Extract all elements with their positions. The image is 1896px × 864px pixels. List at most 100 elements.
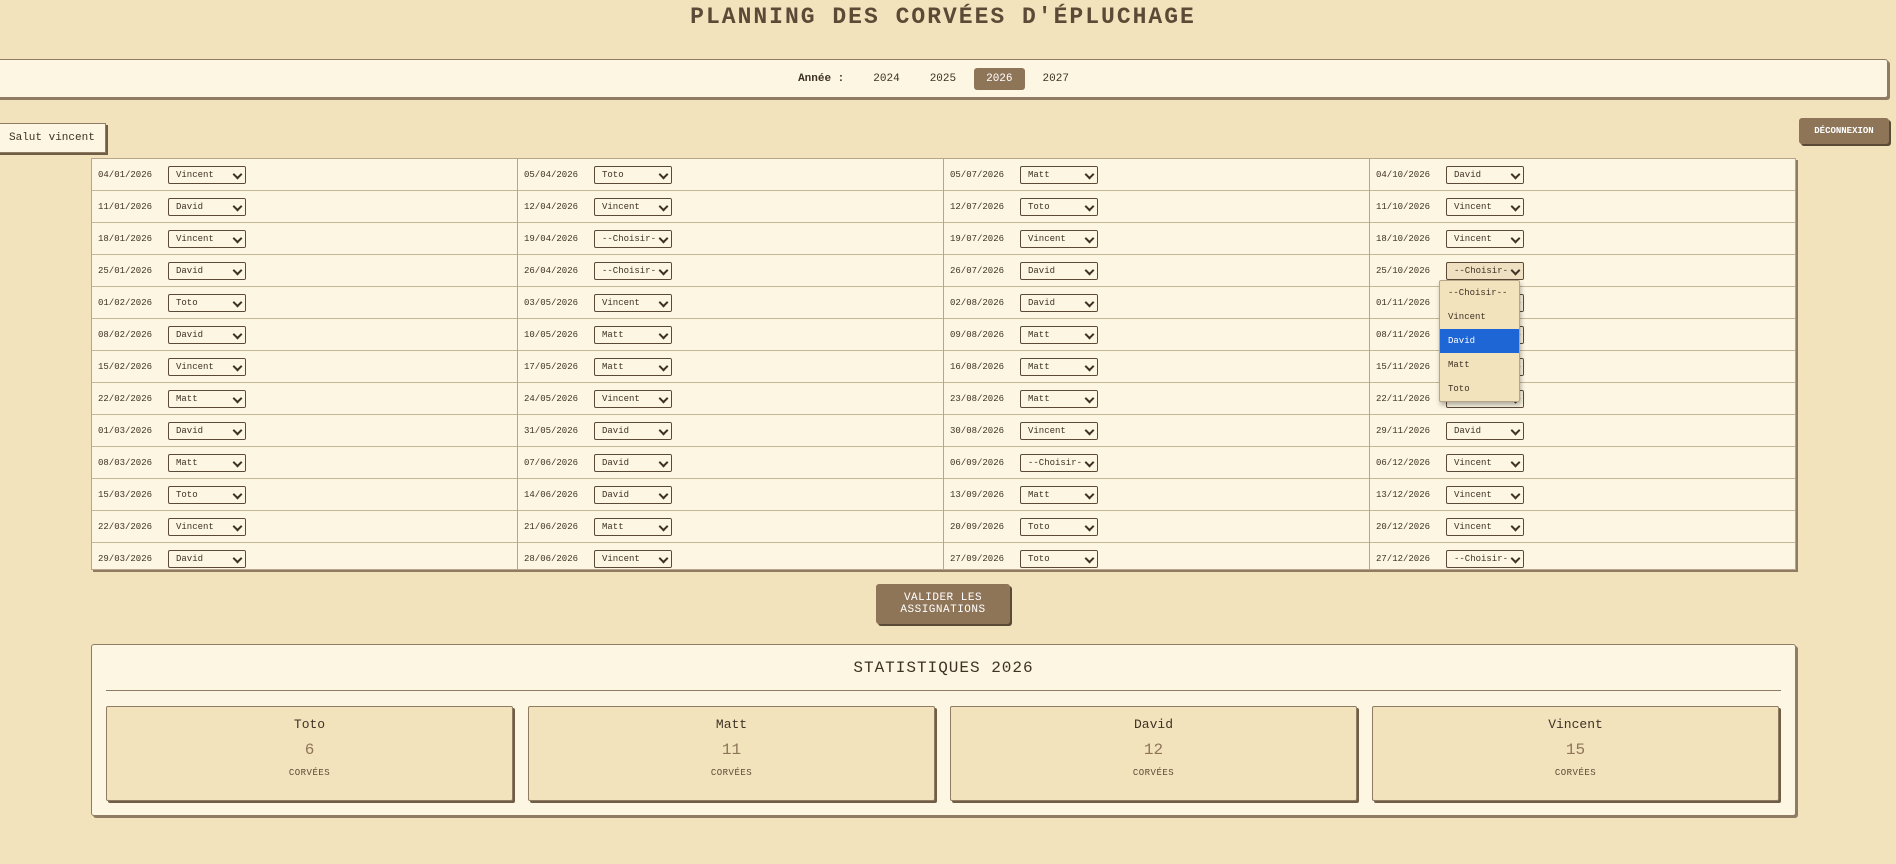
schedule-grid: 04/01/2026 Vincent 11/01/2026 David 18/01/20… [91, 158, 1796, 570]
assignee-select[interactable]: Vincent [594, 293, 672, 312]
schedule-row: 20/12/2026 Vincent [1370, 511, 1795, 543]
assignee-select-value: Vincent [176, 521, 214, 532]
assignee-select[interactable]: --Choisir-- [594, 261, 672, 280]
dropdown-option[interactable]: David [1440, 329, 1519, 353]
schedule-row: 28/06/2026 Vincent [518, 543, 943, 574]
schedule-row: 24/05/2026 Vincent [518, 383, 943, 415]
chore-date: 29/03/2026 [98, 553, 153, 564]
assignee-select[interactable]: Vincent [1446, 517, 1524, 536]
schedule-row: 23/08/2026 Matt [944, 383, 1369, 415]
assignee-select[interactable]: David [594, 421, 672, 440]
assignee-select[interactable]: Vincent [1446, 197, 1524, 216]
schedule-row: 25/01/2026 David [92, 255, 517, 287]
assignee-select[interactable]: Vincent [1446, 485, 1524, 504]
statistics-title: STATISTIQUES 2026 [853, 659, 1034, 677]
assignee-select[interactable]: Matt [1020, 325, 1098, 344]
assignee-select-value: Toto [1028, 553, 1050, 564]
assignee-select[interactable]: --Choisir-- [1446, 261, 1524, 280]
assignee-select-value: Matt [1028, 393, 1050, 404]
assignee-select[interactable]: David [1446, 421, 1524, 440]
assignee-select[interactable]: David [168, 261, 246, 280]
assignee-select[interactable]: Vincent [594, 549, 672, 568]
assignee-select[interactable]: David [594, 453, 672, 472]
schedule-row: 29/03/2026 David [92, 543, 517, 574]
stat-card-unit: CORVÉES [288, 768, 331, 778]
assignee-select-value: David [176, 553, 204, 564]
assignee-select[interactable]: Vincent [1446, 229, 1524, 248]
assignee-select[interactable]: David [168, 325, 246, 344]
validate-assignments-button[interactable]: VALIDER LES ASSIGNATIONS [876, 584, 1010, 624]
schedule-row: 01/02/2026 Toto [92, 287, 517, 319]
assignee-select[interactable]: Vincent [1446, 453, 1524, 472]
chore-date: 11/10/2026 [1376, 201, 1431, 212]
assignee-select[interactable]: Vincent [1020, 229, 1098, 248]
stat-card-name: Vincent [1548, 717, 1603, 732]
chore-date: 18/10/2026 [1376, 233, 1431, 244]
assignee-select[interactable]: Toto [1020, 197, 1098, 216]
assignee-select[interactable]: Matt [594, 357, 672, 376]
assignee-select[interactable]: Toto [168, 485, 246, 504]
assignee-select[interactable]: Vincent [168, 517, 246, 536]
assignee-select[interactable]: David [1446, 165, 1524, 184]
chore-date: 15/03/2026 [98, 489, 153, 500]
schedule-row: 12/07/2026 Toto [944, 191, 1369, 223]
dropdown-option[interactable]: Matt [1440, 353, 1519, 377]
assignee-select[interactable]: Vincent [594, 389, 672, 408]
schedule-row: 17/05/2026 Matt [518, 351, 943, 383]
assignee-select[interactable]: Toto [594, 165, 672, 184]
assignee-select[interactable]: Matt [1020, 165, 1098, 184]
schedule-row: 22/03/2026 Vincent [92, 511, 517, 543]
stat-card-david: David 12 CORVÉES [950, 706, 1357, 801]
year-button-2025[interactable]: 2025 [918, 68, 968, 90]
assignee-select-value: David [1028, 265, 1056, 276]
schedule-row: 08/03/2026 Matt [92, 447, 517, 479]
assignee-select[interactable]: Matt [168, 389, 246, 408]
year-button-2026[interactable]: 2026 [974, 67, 1025, 90]
user-greeting: Salut vincent [0, 123, 106, 153]
chore-date: 13/09/2026 [950, 489, 1005, 500]
assignee-select[interactable]: Toto [1020, 549, 1098, 568]
chore-date: 19/07/2026 [950, 233, 1005, 244]
assignee-select[interactable]: Matt [594, 325, 672, 344]
chore-date: 08/03/2026 [98, 457, 153, 468]
assignee-select[interactable]: Matt [1020, 389, 1098, 408]
assignee-select[interactable]: David [168, 421, 246, 440]
assignee-select[interactable]: --Choisir-- [1020, 453, 1098, 472]
assignee-select[interactable]: David [168, 197, 246, 216]
assignee-select[interactable]: Matt [594, 517, 672, 536]
assignee-select[interactable]: David [1020, 261, 1098, 280]
dropdown-option[interactable]: --Choisir-- [1440, 281, 1519, 305]
year-button-2024[interactable]: 2024 [861, 68, 911, 90]
assignee-select[interactable]: Matt [1020, 357, 1098, 376]
assignee-select[interactable]: --Choisir-- [594, 229, 672, 248]
assignee-select-value: David [176, 329, 204, 340]
chore-date: 26/04/2026 [524, 265, 579, 276]
assignee-select[interactable]: Toto [1020, 517, 1098, 536]
chore-date: 12/04/2026 [524, 201, 579, 212]
dropdown-option[interactable]: Toto [1440, 377, 1519, 401]
logout-button[interactable]: DÉCONNEXION [1799, 118, 1889, 144]
assignee-select[interactable]: Vincent [168, 165, 246, 184]
schedule-row: 10/05/2026 Matt [518, 319, 943, 351]
assignee-select[interactable]: Vincent [594, 197, 672, 216]
year-button-2027[interactable]: 2027 [1031, 68, 1081, 90]
schedule-row: 05/07/2026 Matt [944, 159, 1369, 191]
chore-date: 18/01/2026 [98, 233, 153, 244]
assignee-select-value: Vincent [602, 297, 640, 308]
assignee-select[interactable]: David [1020, 293, 1098, 312]
chore-date: 01/03/2026 [98, 425, 153, 436]
assignee-select[interactable]: David [594, 485, 672, 504]
assignee-select-value: Vincent [602, 553, 640, 564]
assignee-select[interactable]: Toto [168, 293, 246, 312]
assignee-select[interactable]: Vincent [1020, 421, 1098, 440]
chore-date: 16/08/2026 [950, 361, 1005, 372]
stat-card-count: 12 [1143, 741, 1164, 759]
assignee-select[interactable]: --Choisir-- [1446, 549, 1524, 568]
dropdown-option[interactable]: Vincent [1440, 305, 1519, 329]
assignee-select[interactable]: David [168, 549, 246, 568]
assignee-select[interactable]: Vincent [168, 357, 246, 376]
assignee-select[interactable]: Vincent [168, 229, 246, 248]
schedule-row: 22/11/2026 [1370, 383, 1795, 415]
assignee-select[interactable]: Matt [1020, 485, 1098, 504]
assignee-select[interactable]: Matt [168, 453, 246, 472]
